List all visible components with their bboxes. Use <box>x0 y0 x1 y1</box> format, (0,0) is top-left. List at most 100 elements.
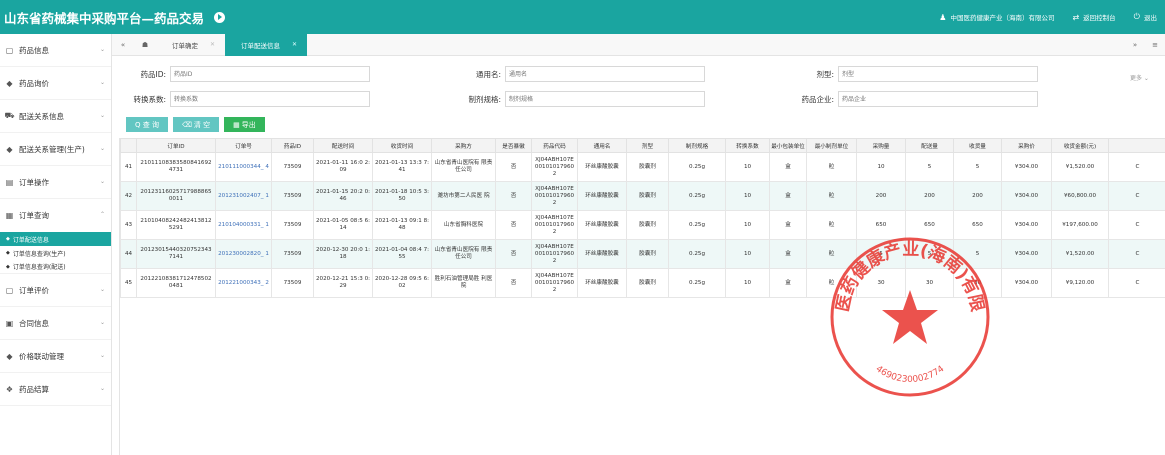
table-row[interactable]: 43 21010408242482413812 5291 210104000331_… <box>120 210 1165 240</box>
chevron-down-icon: ⌄ <box>99 286 105 293</box>
column-header[interactable]: 转换系数 <box>725 138 770 153</box>
sidebar-item-delivery-relation-manage[interactable]: ◆ 配送关系管理(生产) ⌄ <box>0 133 111 166</box>
column-header[interactable]: 订单号 <box>215 138 272 153</box>
table-row[interactable]: 44 20123015440320752343 7141 201230002820_… <box>120 239 1165 269</box>
column-header[interactable]: 是否暴徽 <box>495 138 532 153</box>
column-header[interactable]: 采购方 <box>431 138 496 153</box>
drug-id-input[interactable] <box>170 66 370 82</box>
column-header[interactable]: 配送时间 <box>313 138 373 153</box>
chevron-down-icon: ⌄ <box>99 145 105 152</box>
table-cell: 否 <box>495 152 532 182</box>
menu-icon[interactable]: ≡ <box>1145 41 1165 49</box>
export-button[interactable]: ▦ 导出 <box>224 117 265 132</box>
column-header[interactable]: 通用名 <box>577 138 627 153</box>
column-header[interactable]: 采购量 <box>856 138 906 153</box>
column-header[interactable]: 收货时间 <box>372 138 432 153</box>
user-company[interactable]: ♟ 中国医药健康产业（海南）有限公司 <box>939 12 1054 23</box>
table-cell: 5 <box>905 239 954 269</box>
table-cell: 粒 <box>806 210 857 240</box>
table-cell: 0.25g <box>668 268 726 298</box>
table-cell[interactable]: 210111000344_ 4 <box>215 152 272 182</box>
sidebar-item-order-evaluation[interactable]: ▢ 订单评价 ⌄ <box>0 274 111 307</box>
trash-icon: ⌫ <box>181 120 192 129</box>
dosage-form-input[interactable] <box>838 66 1038 82</box>
sidebar-item-drug-info[interactable]: ▢ 药品信息 ⌄ <box>0 34 111 67</box>
logout-button[interactable]: ⏻ 退出 <box>1134 12 1157 22</box>
query-button[interactable]: Q 查 询 <box>126 117 168 132</box>
filter-drug-id: 药品ID: <box>126 66 370 82</box>
sidebar-item-drug-inquiry[interactable]: ◆ 药品询价 ⌄ <box>0 67 111 100</box>
column-header[interactable]: 最小包装单位 <box>769 138 807 153</box>
sidebar-subitem-order-query-delivery[interactable]: ◆ 订单信息查询(配送) <box>0 260 111 274</box>
table-cell[interactable]: 201231002407_ 1 <box>215 181 272 211</box>
sidebar-item-contract-info[interactable]: ▣ 合同信息 ⌄ <box>0 307 111 340</box>
column-header[interactable]: 最小制剂单位 <box>806 138 857 153</box>
column-header[interactable] <box>120 138 137 153</box>
table-cell: 胶囊剂 <box>626 181 669 211</box>
sidebar-item-delivery-relation-info[interactable]: ⛟ 配送关系信息 ⌄ <box>0 100 111 133</box>
table-cell: 20122108381712478502 0481 <box>136 268 216 298</box>
column-header[interactable]: 收货量 <box>953 138 1002 153</box>
table-row[interactable]: 41 21011108383580841692 4731 210111000344_… <box>120 152 1165 182</box>
sidebar-item-order-operation[interactable]: ▤ 订单操作 ⌄ <box>0 166 111 199</box>
table-cell[interactable]: 210104000331_ 1 <box>215 210 272 240</box>
column-header[interactable]: 剂型 <box>626 138 669 153</box>
tab-order-confirm[interactable]: 订单确定 ✕ <box>156 34 225 56</box>
app-title: 山东省药械集中采购平台—药品交易 <box>0 8 226 27</box>
table-cell: C <box>1108 268 1165 298</box>
table-cell: 41 <box>120 152 137 182</box>
table-cell: 30 <box>953 268 1002 298</box>
table-cell: 650 <box>856 210 906 240</box>
home-icon[interactable]: ☗ <box>134 41 156 49</box>
sidebar-item-order-query[interactable]: ▦ 订单查询 ⌃ <box>0 199 111 232</box>
company-input[interactable] <box>838 91 1038 107</box>
tabs-scroll-right-icon[interactable]: » <box>1125 41 1145 49</box>
column-header[interactable]: 配送量 <box>905 138 954 153</box>
table-row[interactable]: 42 20123116025717988865 0011 201231002407_… <box>120 181 1165 211</box>
table-cell: 0.25g <box>668 239 726 269</box>
table-cell: 环丝康酸胶囊 <box>577 210 627 240</box>
table-cell: 胶囊剂 <box>626 239 669 269</box>
table-cell: 2021-01-05 08:5 6:14 <box>313 210 373 240</box>
table-cell: ¥304.00 <box>1001 268 1052 298</box>
column-header[interactable]: 制剂规格 <box>668 138 726 153</box>
column-header[interactable]: 收货金额(元) <box>1051 138 1109 153</box>
column-header[interactable] <box>1108 138 1165 153</box>
table-cell[interactable]: 201221000343_ 2 <box>215 268 272 298</box>
column-header[interactable]: 订单ID <box>136 138 216 153</box>
conversion-input[interactable] <box>170 91 370 107</box>
play-circle-icon[interactable] <box>214 11 226 23</box>
sidebar-item-drug-settlement[interactable]: ❖ 药品结算 ⌄ <box>0 373 111 406</box>
table-cell: 2021-01-13 09:1 8:48 <box>372 210 432 240</box>
diamond-icon: ◆ <box>6 144 13 154</box>
close-icon[interactable]: ✕ <box>210 41 215 48</box>
comment-icon: ▢ <box>5 285 14 295</box>
table-cell: 潍坊市第二人民医 院 <box>431 181 496 211</box>
sidebar-subitem-order-query-production[interactable]: ◆ 订单信息查询(生产) <box>0 246 111 260</box>
column-header[interactable]: 药品ID <box>271 138 314 153</box>
table-row[interactable]: 45 20122108381712478502 0481 201221000343_… <box>120 268 1165 298</box>
sidebar-item-label: 药品结算 <box>19 384 49 394</box>
generic-name-input[interactable] <box>505 66 705 82</box>
back-to-console-button[interactable]: ⇄ 返回控制台 <box>1072 12 1115 23</box>
tab-order-delivery-info[interactable]: 订单配送信息 ✕ <box>225 33 308 56</box>
order-table: 订单ID 订单号 药品ID 配送时间 收货时间 采购方 是否暴徽 药品代码 通用名 剂型 制剂规格转… <box>120 138 1165 298</box>
sidebar-subitem-order-delivery-info[interactable]: ◆ 订单配送信息 <box>0 232 111 246</box>
bullet-icon: ◆ <box>6 236 10 242</box>
table-cell: ¥304.00 <box>1001 181 1052 211</box>
pill-icon: ▢ <box>5 45 14 55</box>
table-header: 订单ID 订单号 药品ID 配送时间 收货时间 采购方 是否暴徽 药品代码 通用名 剂型 制剂规格转… <box>120 138 1165 153</box>
sidebar-item-label: 配送关系管理(生产) <box>19 144 85 154</box>
column-header[interactable]: 药品代码 <box>531 138 578 153</box>
clear-button[interactable]: ⌫ 清 空 <box>172 117 220 132</box>
table-cell[interactable]: 201230002820_ 1 <box>215 239 272 269</box>
sidebar-item-price-linkage[interactable]: ◆ 价格联动管理 ⌄ <box>0 340 111 373</box>
table-cell: 10 <box>725 152 770 182</box>
tabs-scroll-left-icon[interactable]: « <box>112 41 134 49</box>
more-filters-link[interactable]: 更多 ⌄ <box>1130 73 1149 82</box>
tab-label: 订单配送信息 <box>241 41 281 50</box>
close-icon[interactable]: ✕ <box>292 41 297 48</box>
spec-input[interactable] <box>505 91 705 107</box>
table-cell: 73509 <box>271 210 314 240</box>
column-header[interactable]: 采购价 <box>1001 138 1052 153</box>
